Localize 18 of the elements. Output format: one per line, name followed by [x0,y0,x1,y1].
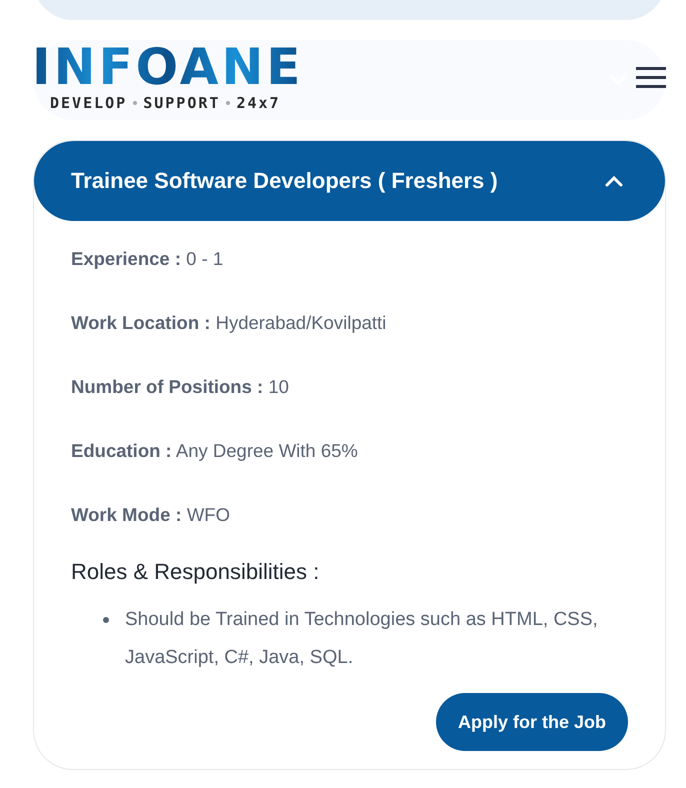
tagline: SUPPORT [143,94,220,112]
separator-dot-icon [226,101,230,105]
job-detail: Education : Any Degree With 65% [71,439,359,463]
menu-button[interactable] [636,65,666,89]
job-detail: Number of Positions : 10 [71,375,290,399]
roles-heading: Roles & Responsibilities : [71,559,320,585]
job-detail: Work Location : Hyderabad/Kovilpatti [71,311,388,335]
chevron-up-icon [605,175,623,187]
menu-icon [636,65,666,89]
bullet-icon [103,617,109,623]
role-item: Should be Trained in Technologies such as HTML, CSS, JavaScript, C#, Java, SQL. [125,608,599,670]
job-detail: Work Mode : WFO [71,503,231,527]
tagline: 24x7 [236,94,281,112]
job-accordion-header[interactable]: Trainee Software Developers ( Freshers ) [34,141,665,221]
apply-button[interactable]: Apply for the Job [436,693,628,751]
separator-dot-icon [133,101,138,105]
tagline: DEVELOP [50,94,128,112]
job-detail: Experience : 0 - 1 [71,247,224,271]
